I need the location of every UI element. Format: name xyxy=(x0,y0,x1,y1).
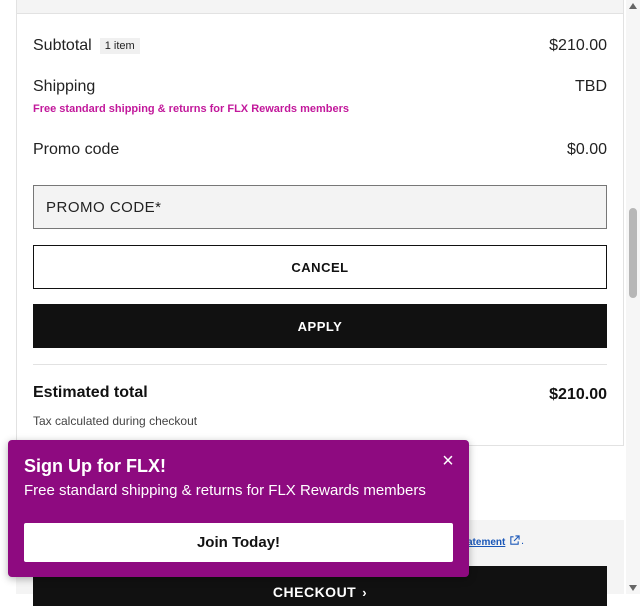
tax-note: Tax calculated during checkout xyxy=(33,414,198,428)
apply-button[interactable]: APPLY xyxy=(33,304,607,348)
close-icon[interactable]: × xyxy=(439,451,457,471)
divider xyxy=(33,364,607,365)
shipping-promo-text: Free standard shipping & returns for FLX… xyxy=(33,103,350,115)
scroll-down-arrow-icon[interactable] xyxy=(629,585,637,591)
chevron-right-icon: › xyxy=(362,584,368,600)
scroll-up-arrow-icon[interactable] xyxy=(629,3,637,9)
privacy-statement-link[interactable]: atement xyxy=(467,537,505,548)
card-header-strip xyxy=(16,0,624,14)
promo-code-value: $0.00 xyxy=(566,141,607,158)
join-today-button[interactable]: Join Today! xyxy=(24,523,453,562)
subtotal-row: Subtotal 1 item $210.00 xyxy=(33,37,607,55)
subtotal-label: Subtotal xyxy=(33,37,92,54)
popup-title: Sign Up for FLX! xyxy=(24,456,166,476)
external-link-icon[interactable] xyxy=(509,535,520,546)
estimated-total-value: $210.00 xyxy=(549,386,607,403)
item-count-badge: 1 item xyxy=(99,37,140,54)
shipping-row: Shipping TBD xyxy=(33,78,607,96)
link-period: . xyxy=(521,535,525,547)
promo-code-label: Promo code xyxy=(33,141,120,158)
promo-code-input[interactable] xyxy=(33,185,607,229)
popup-subtitle: Free standard shipping & returns for FLX… xyxy=(24,482,426,499)
checkout-label: CHECKOUT xyxy=(272,583,357,600)
shipping-label: Shipping xyxy=(33,78,96,95)
estimated-total-label: Estimated total xyxy=(33,384,148,401)
scrollbar-thumb[interactable] xyxy=(629,208,637,298)
shipping-value: TBD xyxy=(575,78,607,95)
scrollbar[interactable] xyxy=(626,0,640,594)
subtotal-value: $210.00 xyxy=(549,37,607,54)
cancel-button[interactable]: CANCEL xyxy=(33,245,607,289)
signup-popup: Sign Up for FLX! Free standard shipping … xyxy=(8,440,469,577)
promo-code-row: Promo code $0.00 xyxy=(33,141,607,159)
